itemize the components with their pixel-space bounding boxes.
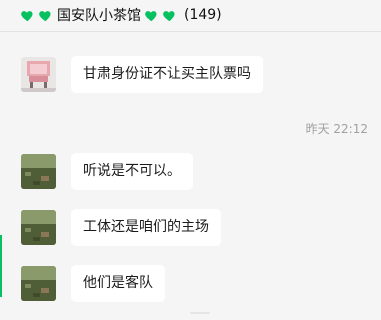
avatar[interactable] (21, 154, 56, 189)
active-indicator (0, 235, 2, 297)
avatar[interactable] (21, 57, 56, 92)
chat-header: 国安队小茶馆 (149) (0, 0, 381, 32)
message-item: 甘肃身份证不让买主队票吗 (21, 56, 263, 93)
timestamp: 昨天 22:12 (305, 122, 368, 136)
message-bubble[interactable]: 他们是客队 (71, 265, 165, 302)
message-bubble[interactable]: 工体还是咱们的主场 (71, 209, 221, 246)
avatar[interactable] (21, 266, 56, 301)
green-heart-icon (162, 8, 177, 23)
message-item: 工体还是咱们的主场 (21, 209, 221, 246)
message-list: 甘肃身份证不让买主队票吗 昨天 22:12 听说是不可以。 工体还是咱们的主场 … (0, 33, 381, 320)
avatar[interactable] (21, 210, 56, 245)
green-heart-icon (38, 8, 53, 23)
message-item: 听说是不可以。 (21, 153, 193, 190)
chat-title-bar[interactable]: 国安队小茶馆 (149) (20, 5, 222, 25)
green-heart-icon (144, 8, 159, 23)
message-bubble[interactable]: 听说是不可以。 (71, 153, 193, 190)
message-item: 他们是客队 (21, 265, 165, 302)
green-heart-icon (20, 8, 35, 23)
group-name: 国安队小茶馆 (57, 8, 141, 24)
member-count: (149) (184, 7, 222, 23)
scroll-indicator[interactable] (190, 312, 210, 314)
message-bubble[interactable]: 甘肃身份证不让买主队票吗 (71, 56, 263, 93)
